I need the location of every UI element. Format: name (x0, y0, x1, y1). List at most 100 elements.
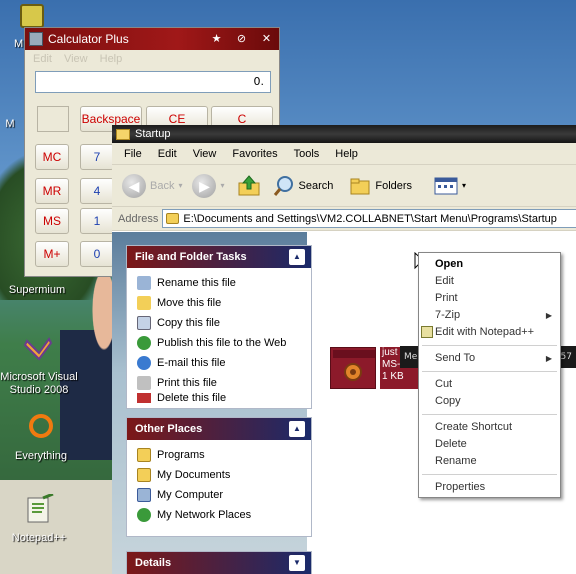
file-icon[interactable] (330, 347, 376, 389)
explorer-title: Startup (135, 128, 171, 140)
task-copy-file[interactable]: Copy this file (127, 313, 311, 333)
chevron-down-icon[interactable]: ▼ (289, 555, 305, 571)
delete-icon (137, 393, 151, 403)
menu-item-delete[interactable]: Delete (419, 436, 560, 453)
place-my-documents[interactable]: My Documents (127, 465, 311, 485)
menu-item-print[interactable]: Print (419, 290, 560, 307)
address-input[interactable]: E:\Documents and Settings\VM2.COLLABNET\… (162, 209, 576, 228)
menu-view[interactable]: View (193, 148, 217, 160)
task-label: E-mail this file (157, 357, 226, 369)
menu-edit[interactable]: Edit (158, 148, 177, 160)
mr-button[interactable]: MR (35, 178, 69, 204)
menu-view[interactable]: View (64, 50, 88, 68)
menu-separator (422, 414, 557, 415)
calculator-titlebar[interactable]: Calculator Plus ★ ⊘ ✕ (25, 28, 279, 50)
mplus-button[interactable]: M+ (35, 241, 69, 267)
task-label: Delete this file (157, 393, 227, 403)
task-email-file[interactable]: E-mail this file (127, 353, 311, 373)
chevron-up-icon[interactable]: ▲ (289, 421, 305, 437)
place-my-computer[interactable]: My Computer (127, 485, 311, 505)
explorer-menubar: File Edit View Favorites Tools Help (112, 143, 576, 165)
search-button[interactable]: Search (273, 175, 333, 197)
folder-icon (137, 448, 151, 462)
digit-1-button[interactable]: 1 (80, 208, 114, 234)
menu-tools[interactable]: Tools (294, 148, 320, 160)
other-places-panel: Other Places ▲ Programs My Documents My … (126, 417, 312, 537)
place-my-network[interactable]: My Network Places (127, 505, 311, 525)
menu-item-cut[interactable]: Cut (419, 376, 560, 393)
folder-icon (116, 128, 130, 140)
menu-item-open[interactable]: Open (419, 256, 560, 273)
menu-item-label: Print (435, 292, 458, 304)
up-folder-icon (238, 174, 259, 195)
address-label: Address (118, 212, 159, 225)
views-icon (434, 177, 458, 194)
strip-right-text: 57 (560, 352, 572, 362)
context-menu: Open Edit Print 7-Zip ▶ Edit with Notepad… (418, 252, 561, 498)
menu-help[interactable]: Help (100, 50, 123, 68)
place-label: My Computer (157, 489, 224, 501)
calculator-menubar: Edit View Help (25, 50, 279, 68)
menu-item-label: Properties (435, 481, 486, 493)
task-label: Copy this file (157, 317, 220, 329)
app-icon (20, 4, 44, 28)
menu-item-create-shortcut[interactable]: Create Shortcut (419, 419, 560, 436)
move-icon (137, 296, 151, 310)
msdos-batch-icon (333, 350, 375, 381)
menu-separator (422, 474, 557, 475)
views-button[interactable]: ▾ (434, 176, 466, 196)
star-icon[interactable]: ★ (208, 31, 225, 47)
place-label: My Network Places (157, 509, 252, 521)
digit-7-button[interactable]: 7 (80, 144, 114, 170)
panel-title: Other Places (135, 423, 203, 435)
place-label: Programs (157, 449, 205, 461)
desktop-icon-visual-studio[interactable]: Microsoft Visual Studio 2008 (0, 333, 79, 397)
email-icon (137, 356, 151, 370)
desktop-icon-everything[interactable]: Everything (1, 412, 81, 462)
folders-label: Folders (375, 179, 413, 192)
menu-item-label: Delete (435, 438, 467, 450)
menu-item-properties[interactable]: Properties (419, 479, 560, 496)
details-panel: Details ▼ (126, 551, 312, 574)
folders-button[interactable]: Folders (349, 175, 412, 197)
file-folder-tasks-header[interactable]: File and Folder Tasks ▲ (127, 246, 311, 268)
other-places-header[interactable]: Other Places ▲ (127, 418, 311, 440)
desktop-icon-notepadpp[interactable]: Notepad++ (0, 492, 79, 544)
rename-icon (137, 276, 151, 290)
menu-item-7zip[interactable]: 7-Zip ▶ (419, 307, 560, 324)
menu-item-send-to[interactable]: Send To ▶ (419, 350, 560, 367)
menu-favorites[interactable]: Favorites (232, 148, 277, 160)
menu-edit[interactable]: Edit (33, 50, 52, 68)
explorer-titlebar[interactable]: Startup (112, 125, 576, 143)
task-publish-web[interactable]: Publish this file to the Web (127, 333, 311, 353)
menu-file[interactable]: File (124, 148, 142, 160)
chevron-up-icon[interactable]: ▲ (289, 249, 305, 265)
menu-item-label: Open (435, 258, 464, 270)
pin-icon[interactable]: ⊘ (233, 31, 250, 47)
calculator-title: Calculator Plus (48, 32, 129, 46)
menu-item-copy[interactable]: Copy (419, 393, 560, 410)
place-programs[interactable]: Programs (127, 445, 311, 465)
task-delete-file[interactable]: Delete this file (127, 393, 311, 403)
menu-item-edit[interactable]: Edit (419, 273, 560, 290)
task-print-file[interactable]: Print this file (127, 373, 311, 393)
up-folder-button[interactable] (237, 174, 261, 198)
digit-4-button[interactable]: 4 (80, 178, 114, 204)
task-move-file[interactable]: Move this file (127, 293, 311, 313)
menu-item-rename[interactable]: Rename (419, 453, 560, 470)
forward-button[interactable]: ▶ ▾ (192, 173, 225, 198)
menu-item-label: Rename (435, 455, 477, 467)
my-computer-icon (137, 488, 151, 502)
task-rename-file[interactable]: Rename this file (127, 273, 311, 293)
details-header[interactable]: Details ▼ (127, 552, 311, 574)
menu-help[interactable]: Help (335, 148, 358, 160)
menu-item-edit-notepadpp[interactable]: Edit with Notepad++ (419, 324, 560, 341)
task-label: Move this file (157, 297, 222, 309)
digit-0-button[interactable]: 0 (80, 241, 114, 267)
address-value: E:\Documents and Settings\VM2.COLLABNET\… (183, 212, 557, 225)
back-arrow-icon: ◀ (122, 173, 146, 198)
back-button[interactable]: ◀ Back ▾ (122, 173, 182, 198)
mc-button[interactable]: MC (35, 144, 69, 170)
close-icon[interactable]: ✕ (258, 31, 275, 47)
ms-button[interactable]: MS (35, 208, 69, 234)
